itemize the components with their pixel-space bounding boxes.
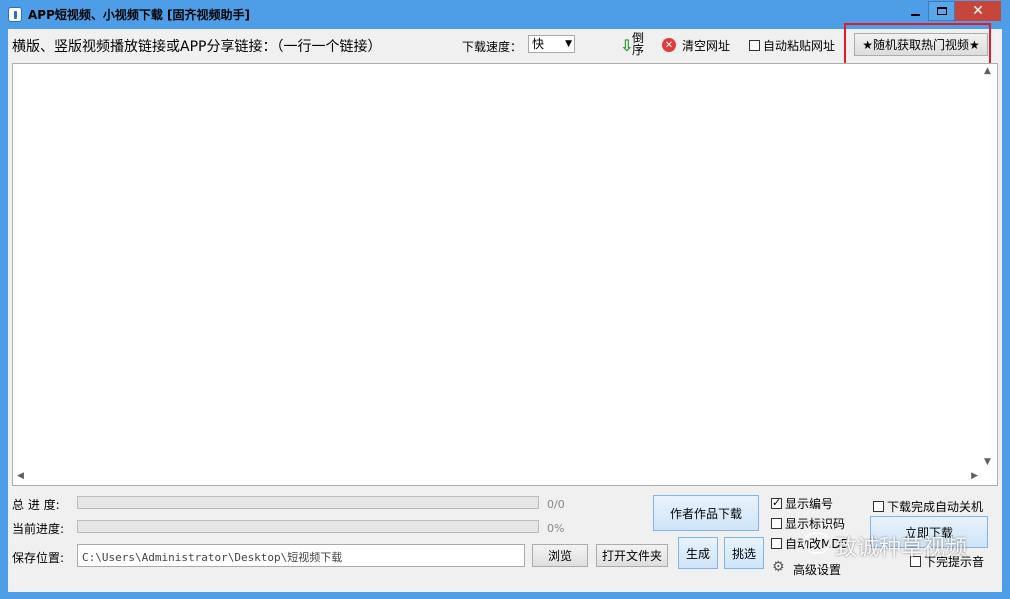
- auto-md5-box[interactable]: [771, 538, 782, 549]
- auto-shutdown-label: 下载完成自动关机: [887, 500, 984, 514]
- vertical-scrollbar[interactable]: ▲ ▼: [980, 64, 997, 469]
- generate-button[interactable]: 生成: [678, 537, 718, 569]
- gear-icon[interactable]: ⚙: [772, 559, 785, 575]
- clear-urls-button[interactable]: ✕ 清空网址: [662, 36, 730, 54]
- app-window: APP短视频、小视频下载 [固齐视频助手] ✕ 横版、竖版视频播放链接或APP分…: [0, 0, 1010, 599]
- author-works-download-button[interactable]: 作者作品下载: [653, 495, 759, 531]
- close-icon: ✕: [972, 3, 984, 19]
- total-progress-count: 0/0: [547, 498, 565, 511]
- url-input-area: ▲ ▼ ◀ ▶: [12, 63, 998, 486]
- speed-value: 快: [532, 37, 545, 51]
- url-textarea[interactable]: [13, 64, 986, 473]
- current-progress-percent: 0%: [547, 522, 565, 535]
- reverse-order-button[interactable]: ⇩ 倒序: [618, 32, 646, 58]
- title-bar[interactable]: APP短视频、小视频下载 [固齐视频助手] ✕: [0, 0, 1010, 29]
- save-location-label: 保存位置:: [12, 551, 65, 565]
- auto-paste-label: 自动粘贴网址: [763, 39, 836, 53]
- scroll-right-icon[interactable]: ▶: [971, 471, 978, 481]
- chevron-down-icon: ▼: [565, 39, 572, 49]
- show-id-checkbox[interactable]: 显示标识码: [771, 515, 845, 532]
- show-id-box[interactable]: [771, 518, 782, 529]
- maximize-icon: [936, 7, 947, 15]
- auto-shutdown-box[interactable]: [873, 501, 884, 512]
- auto-paste-box[interactable]: [749, 40, 760, 51]
- auto-paste-checkbox[interactable]: 自动粘贴网址: [749, 37, 835, 54]
- watermark-logo-icon: [803, 532, 831, 554]
- horizontal-scrollbar[interactable]: ◀ ▶: [13, 468, 982, 485]
- open-folder-button[interactable]: 打开文件夹: [596, 544, 668, 567]
- current-progress-bar: [77, 520, 539, 533]
- speed-label: 下载速度：: [462, 40, 523, 54]
- total-progress-label: 总 进 度:: [12, 498, 60, 512]
- show-number-label: 显示编号: [785, 497, 834, 511]
- pick-button[interactable]: 挑选: [724, 537, 764, 569]
- current-progress-label: 当前进度:: [12, 522, 65, 536]
- scroll-left-icon[interactable]: ◀: [17, 471, 24, 481]
- main-panel: 横版、竖版视频播放链接或APP分享链接：（一行一个链接） 下载速度： 快 ▼ ⇩…: [8, 23, 1002, 592]
- show-number-box[interactable]: [771, 496, 782, 509]
- save-path-input[interactable]: C:\Users\Administrator\Desktop\短视频下载: [77, 544, 525, 567]
- browse-button[interactable]: 浏览: [532, 544, 588, 567]
- scroll-down-icon[interactable]: ▼: [984, 457, 991, 467]
- minimize-button[interactable]: [902, 1, 928, 21]
- auto-shutdown-checkbox[interactable]: 下载完成自动关机: [873, 498, 983, 515]
- close-circle-icon: ✕: [662, 38, 676, 52]
- app-icon: [8, 7, 22, 22]
- reverse-order-label: 倒序: [632, 31, 645, 57]
- minimize-icon: [910, 14, 920, 16]
- close-button[interactable]: ✕: [955, 1, 1001, 21]
- window-title: APP短视频、小视频下载 [固齐视频助手]: [28, 8, 251, 22]
- watermark-text: 致诚种草视频: [835, 536, 968, 561]
- url-hint-label: 横版、竖版视频播放链接或APP分享链接：（一行一个链接）: [12, 39, 382, 55]
- scroll-up-icon[interactable]: ▲: [984, 66, 991, 76]
- show-number-checkbox[interactable]: 显示编号: [771, 495, 833, 512]
- speed-select[interactable]: 快 ▼: [528, 35, 575, 53]
- total-progress-bar: [77, 496, 539, 509]
- maximize-button[interactable]: [928, 1, 955, 21]
- advanced-settings-link[interactable]: 高级设置: [793, 561, 841, 578]
- random-hot-video-button[interactable]: ★随机获取热门视频★: [854, 33, 988, 56]
- clear-urls-label: 清空网址: [682, 38, 731, 53]
